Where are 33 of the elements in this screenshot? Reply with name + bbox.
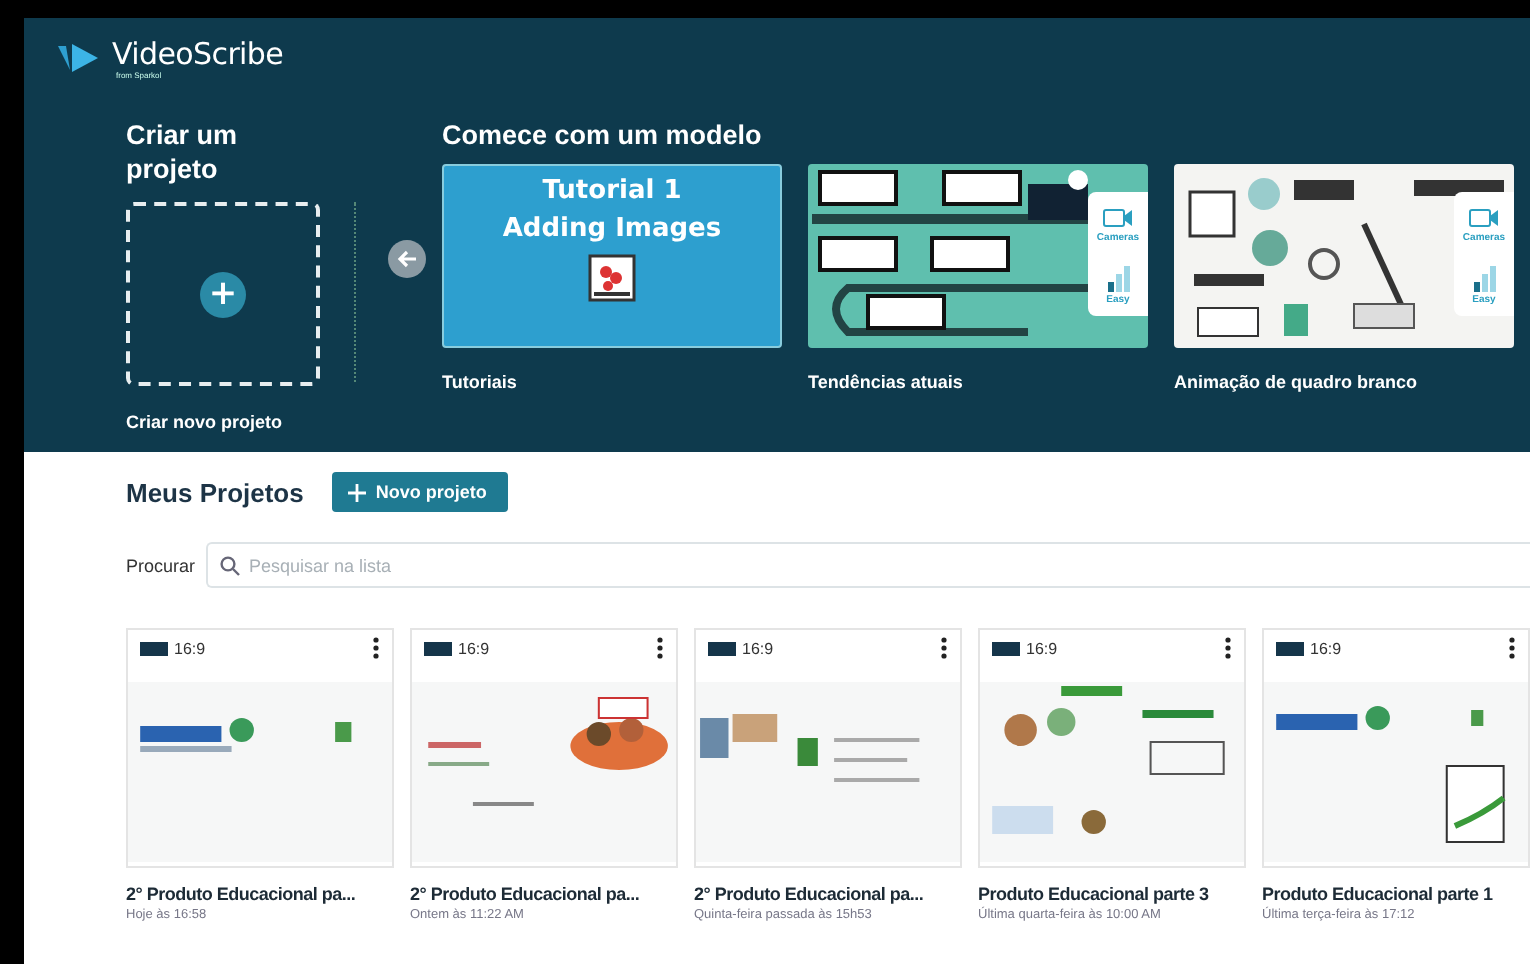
project-title[interactable]: 2° Produto Educacional pa... xyxy=(410,884,678,904)
project-title[interactable]: 2° Produto Educacional pa... xyxy=(694,884,962,904)
section-title: Comece com um modelo xyxy=(442,118,764,152)
project-title[interactable]: Produto Educacional parte 1 xyxy=(1262,884,1530,904)
new-project-button[interactable]: Novo projeto xyxy=(331,472,509,512)
aspect-ratio: 16:9 xyxy=(1310,639,1342,657)
project-card[interactable]: 16:9 xyxy=(1262,628,1530,868)
aspect-ratio: 16:9 xyxy=(174,639,206,657)
project-card[interactable]: 16:9 xyxy=(978,628,1246,868)
project-title[interactable]: Produto Educacional parte 3 xyxy=(978,884,1246,904)
logo-text: VideoScribe xyxy=(112,36,284,72)
card-heading: Tutorial 1 xyxy=(542,176,682,206)
template-label: Tutoriais xyxy=(442,372,519,392)
project-card[interactable]: 16:9 xyxy=(410,628,678,868)
aspect-ratio: 16:9 xyxy=(742,639,774,657)
plus-icon xyxy=(347,483,366,501)
logo-icon xyxy=(56,42,100,74)
project-title[interactable]: 2° Produto Educacional pa... xyxy=(126,884,394,904)
search-label: Procurar xyxy=(126,555,196,575)
aspect-ratio: 16:9 xyxy=(1026,639,1058,657)
template-label: Tendências atuais xyxy=(808,372,965,392)
project-card[interactable]: 16:9 xyxy=(126,628,394,868)
card-heading: Adding Images xyxy=(502,214,722,244)
add-button[interactable]: + xyxy=(200,271,246,317)
picture-icon xyxy=(586,252,638,304)
template-label: Animação de quadro branco xyxy=(1174,372,1420,392)
new-project-tile[interactable]: + xyxy=(126,202,320,386)
tile-label: Criar novo projeto xyxy=(126,412,285,432)
aspect-ratio: 16:9 xyxy=(458,639,490,657)
search-field[interactable]: Pesquisar na lista xyxy=(205,542,1530,588)
section-title: Criar um projeto xyxy=(126,118,240,186)
project-card[interactable]: 16:9 xyxy=(694,628,962,868)
section-title: Meus Projetos xyxy=(126,477,304,507)
